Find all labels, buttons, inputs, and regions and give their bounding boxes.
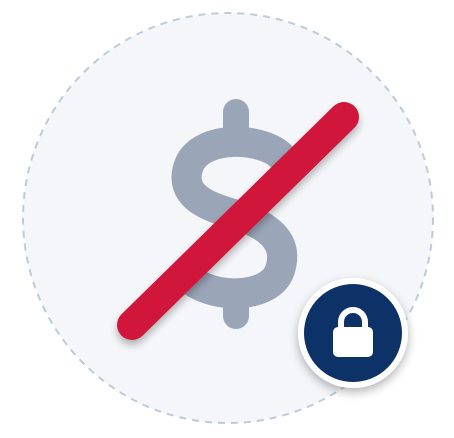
no-money-locked-illustration [0, 0, 454, 438]
illustration-canvas [22, 12, 434, 424]
